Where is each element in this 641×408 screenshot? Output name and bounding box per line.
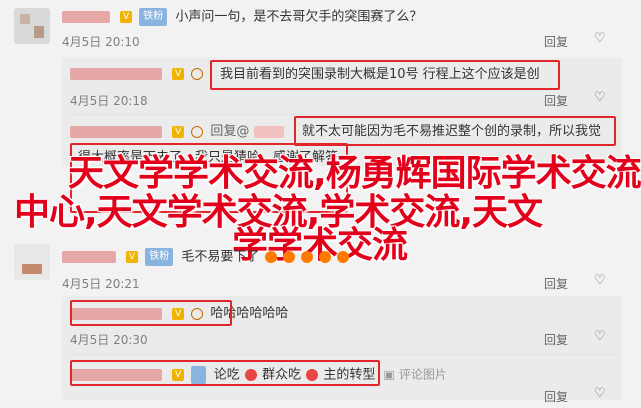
username[interactable] [62,251,116,263]
image-icon: ▣ [379,367,395,382]
verified-icon: V [126,251,139,263]
comment-text: V 铁粉 小声问一句，是不去哥欠手的突围赛了么？ [62,8,422,26]
timestamp: 4月5日 20:10 [62,35,140,49]
comment-body: 小声问一句，是不去哥欠手的突围赛了么？ [175,9,423,25]
badge-icon [191,67,204,80]
timestamp: 4月5日 20:21 [62,277,140,291]
reply-button[interactable]: 回复 [544,33,568,50]
avatar[interactable] [14,8,50,44]
timestamp: 4月5日 20:18 [70,94,148,108]
verified-icon: V [120,11,133,23]
like-icon[interactable]: ♡ [594,273,606,288]
highlight-box [70,300,232,326]
like-icon[interactable]: ♡ [594,386,606,401]
divider [70,354,620,355]
reply-line: V 回复@ [70,124,290,140]
divider [70,114,620,115]
highlight-box [210,60,560,90]
emoji-icon [264,251,277,263]
reply-button[interactable]: 回复 [544,388,568,405]
highlight-box [294,116,616,146]
like-icon[interactable]: ♡ [594,31,606,46]
like-icon[interactable]: ♡ [594,90,606,105]
avatar[interactable] [14,244,50,280]
username[interactable] [70,67,162,80]
reply-button[interactable]: 回复 [544,275,568,292]
verified-icon: V [172,67,185,80]
fan-badge: 铁粉 [145,248,174,266]
emoji-icon [300,251,313,263]
overlay-text-line1: 天文学学术交流,杨勇辉国际学术交流 [68,153,641,194]
emoji-icon [282,251,295,263]
emoji-icon [337,251,350,263]
badge-icon [191,125,204,138]
like-icon[interactable]: ♡ [594,329,606,344]
highlight-box [70,360,380,386]
fan-badge: 铁粉 [139,8,168,26]
emoji-icon [319,251,331,263]
comment-text: V 铁粉 毛不易要下了 [62,248,350,266]
comment-image-link[interactable]: 评论图片 [399,368,447,382]
username[interactable] [70,125,162,138]
reply-button[interactable]: 回复 [544,92,568,109]
reply-button[interactable]: 回复 [544,331,568,348]
verified-icon: V [172,125,185,138]
mention[interactable] [253,125,284,138]
timestamp: 4月5日 20:30 [70,333,148,347]
reply-prefix[interactable]: 回复@ [210,124,249,139]
reply-line: V [70,66,206,82]
username[interactable] [62,11,110,23]
comment-body: 毛不易要下了 [181,249,260,265]
